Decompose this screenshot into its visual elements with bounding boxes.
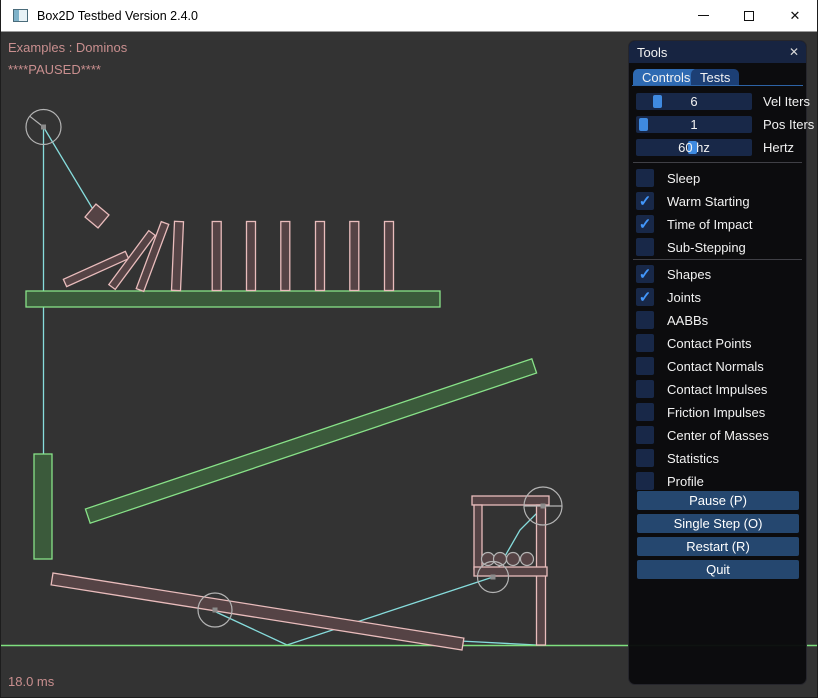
single-step-button[interactable]: Single Step (O) (637, 514, 799, 533)
check-icon: ✓ (639, 290, 652, 305)
checkbox-box[interactable]: ✓ (636, 403, 654, 421)
close-icon: ✕ (790, 9, 801, 22)
checkbox-box[interactable]: ✓ (636, 238, 654, 256)
minimize-icon (698, 15, 709, 16)
domino-shelf (26, 291, 440, 307)
paused-label: ****PAUSED**** (8, 62, 101, 77)
checkbox-label: Contact Normals (667, 357, 764, 375)
checkbox-box[interactable]: ✓ (636, 380, 654, 398)
tools-panel-titlebar[interactable]: Tools ✕ (629, 41, 806, 63)
window-title: Box2D Testbed Version 2.4.0 (37, 9, 198, 23)
domino-upright-2 (212, 222, 221, 291)
checkbox-label: Joints (667, 288, 701, 306)
separator (633, 162, 802, 163)
static-bodies (26, 291, 537, 559)
slider-label: Vel Iters (763, 93, 810, 110)
tab-controls[interactable]: Controls (633, 69, 699, 85)
check-icon: ✓ (639, 267, 652, 282)
ball-3 (507, 553, 520, 566)
checkbox-label: AABBs (667, 311, 708, 329)
checkbox-box[interactable]: ✓ (636, 472, 654, 490)
domino-fallen-3 (136, 222, 169, 292)
domino-upright-5 (316, 222, 325, 291)
frame-time-label: 18.0 ms (8, 674, 54, 689)
domino-upright-4 (281, 222, 290, 291)
ball-4 (521, 553, 534, 566)
quit-button[interactable]: Quit (637, 560, 799, 579)
joint-marker-2 (213, 608, 218, 613)
slider-value: 1 (636, 116, 752, 133)
domino-upright-6 (350, 222, 359, 291)
ground-joint-line (460, 641, 537, 645)
seesaw-plank (51, 573, 464, 650)
checkbox-label: Time of Impact (667, 215, 752, 233)
tab-tests[interactable]: Tests (691, 69, 739, 85)
check-icon: ✓ (639, 194, 652, 209)
slider-label: Pos Iters (763, 116, 814, 133)
joint-marker-1 (41, 125, 46, 130)
maximize-button[interactable] (726, 0, 772, 31)
checkbox-box[interactable]: ✓ (636, 426, 654, 444)
frame-top-beam (472, 496, 549, 505)
separator (633, 259, 802, 260)
checkbox-label: Warm Starting (667, 192, 750, 210)
pause-button[interactable]: Pause (P) (637, 491, 799, 510)
joint-marker-3 (491, 575, 496, 580)
long-ramp (85, 359, 536, 523)
checkbox-box[interactable]: ✓ (636, 265, 654, 283)
checkbox-box[interactable]: ✓ (636, 169, 654, 187)
checkbox-box[interactable]: ✓ (636, 192, 654, 210)
frame-left-post (474, 505, 482, 569)
checkbox-box[interactable]: ✓ (636, 288, 654, 306)
frame-shelf (474, 567, 547, 576)
joint-marker-4 (541, 504, 546, 509)
slider-value: 6 (636, 93, 752, 110)
checkbox-box[interactable]: ✓ (636, 357, 654, 375)
checkbox-label: Friction Impulses (667, 403, 765, 421)
check-icon: ✓ (639, 217, 652, 232)
example-label: Examples : Dominos (8, 40, 127, 55)
panel-close-button[interactable]: ✕ (786, 44, 802, 60)
checkbox-label: Contact Points (667, 334, 752, 352)
checkbox-box[interactable]: ✓ (636, 215, 654, 233)
domino-upright-7 (385, 222, 394, 291)
domino-upright-1 (171, 221, 183, 290)
checkbox-label: Shapes (667, 265, 711, 283)
maximize-icon (744, 11, 754, 21)
slider-value: 60 hz (636, 139, 752, 156)
checkbox-box[interactable]: ✓ (636, 311, 654, 329)
shelf-balls (482, 553, 534, 566)
tab-underline (632, 85, 803, 86)
checkbox-label: Profile (667, 472, 704, 490)
minimize-button[interactable] (680, 0, 726, 31)
checkbox-label: Statistics (667, 449, 719, 467)
joint-markers (41, 125, 546, 613)
checkbox-label: Sleep (667, 169, 700, 187)
checkbox-label: Contact Impulses (667, 380, 767, 398)
pendulum-box (85, 204, 109, 228)
slider-label: Hertz (763, 139, 794, 156)
window-titlebar[interactable]: Box2D Testbed Version 2.4.0 ✕ (0, 0, 818, 32)
restart-button[interactable]: Restart (R) (637, 537, 799, 556)
checkbox-label: Sub-Stepping (667, 238, 746, 256)
tools-panel-title: Tools (637, 45, 667, 60)
ball-1 (482, 553, 495, 566)
checkbox-box[interactable]: ✓ (636, 334, 654, 352)
domino-upright-3 (247, 222, 256, 291)
checkbox-box[interactable]: ✓ (636, 449, 654, 467)
rope-to-box-line (44, 127, 98, 216)
checkbox-label: Center of Masses (667, 426, 769, 444)
tools-panel: Tools ✕ Controls Tests 6 Vel Iters 1 Pos… (628, 40, 807, 685)
green-post (34, 454, 52, 559)
app-icon (13, 9, 28, 22)
close-button[interactable]: ✕ (772, 0, 818, 31)
